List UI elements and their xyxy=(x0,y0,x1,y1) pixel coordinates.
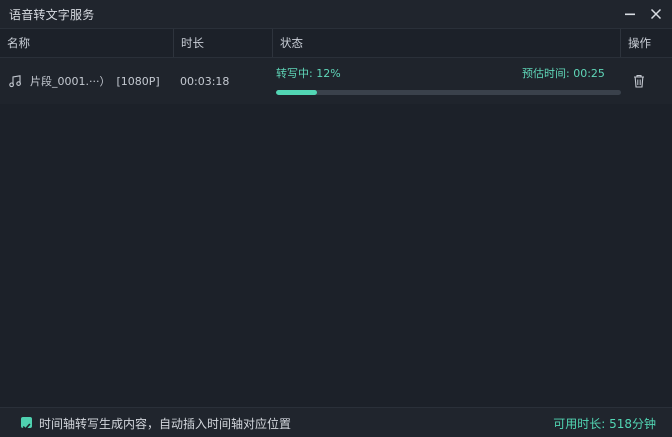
progress-fill xyxy=(276,90,318,95)
minimize-icon xyxy=(625,13,635,16)
column-header-action: 操作 xyxy=(620,29,672,57)
column-header-name: 名称 xyxy=(7,36,30,50)
status-text: 转写中: 12% xyxy=(276,67,341,80)
available-time: 可用时长: 518分钟 xyxy=(553,417,656,431)
file-cell: 片段_0001.···） [1080P] xyxy=(8,73,160,89)
column-header-status: 状态 xyxy=(272,29,620,57)
title-bar: 语音转文字服务 xyxy=(0,0,672,28)
eta-text: 预估时间: 00:25 xyxy=(522,67,605,80)
duration-value: 00:03:18 xyxy=(180,75,230,88)
music-note-icon xyxy=(9,75,21,88)
column-header-duration: 时长 xyxy=(173,29,272,57)
speech-to-text-window: 语音转文字服务 名称 时长 状态 操作 片段_0001.···） [1080P] xyxy=(0,0,672,437)
footer-bar: 时间轴转写生成内容，自动插入时间轴对应位置 可用时长: 518分钟 xyxy=(0,407,672,437)
file-resolution: [1080P] xyxy=(116,74,160,88)
table-header: 名称 时长 状态 操作 xyxy=(0,28,672,58)
auto-insert-label: 时间轴转写生成内容，自动插入时间轴对应位置 xyxy=(39,417,292,431)
trash-icon xyxy=(634,75,644,88)
close-icon xyxy=(650,8,662,20)
progress-bar xyxy=(276,90,621,95)
delete-button[interactable] xyxy=(631,73,647,89)
close-button[interactable] xyxy=(646,4,666,24)
file-name: 片段_0001.···） xyxy=(30,75,111,88)
auto-insert-checkbox[interactable] xyxy=(21,417,32,431)
minimize-button[interactable] xyxy=(620,4,640,24)
check-icon xyxy=(22,423,31,431)
window-title: 语音转文字服务 xyxy=(9,7,95,22)
